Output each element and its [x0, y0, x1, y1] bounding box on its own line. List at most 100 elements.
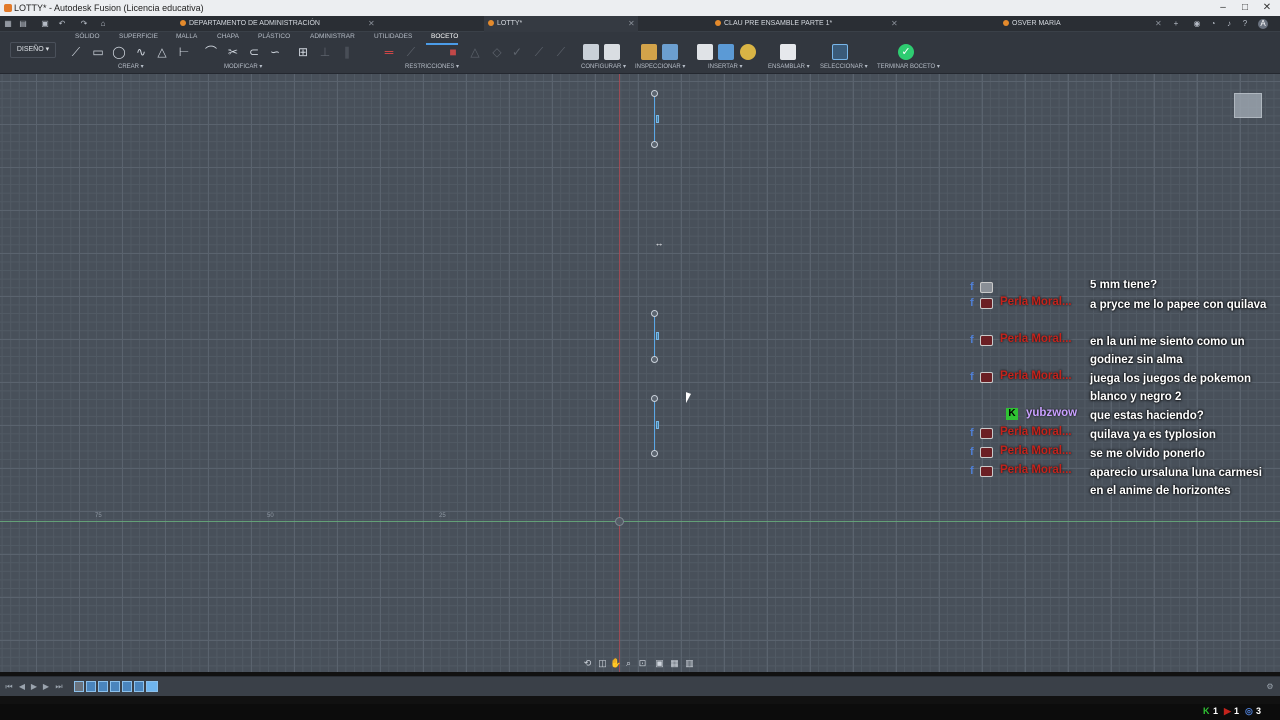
- pan-icon[interactable]: ✋: [610, 657, 621, 669]
- midpoint-icon[interactable]: △: [468, 45, 482, 59]
- new-tab-icon[interactable]: +: [1171, 19, 1181, 29]
- scale-tool-icon[interactable]: ⊞: [296, 45, 310, 59]
- fillet-tool-icon[interactable]: ⌒: [204, 45, 218, 59]
- insertar-menu[interactable]: INSERTAR ▾: [708, 63, 742, 70]
- timeline-feature[interactable]: [86, 681, 96, 692]
- vertical-constraint-icon[interactable]: [656, 115, 659, 123]
- zoom-icon[interactable]: ⌕: [623, 657, 634, 669]
- measure-icon[interactable]: [641, 44, 657, 60]
- tab-boceto[interactable]: BOCETO: [431, 33, 458, 40]
- insert-image-icon[interactable]: [718, 44, 734, 60]
- timeline-feature[interactable]: [110, 681, 120, 692]
- dimension-tool-icon[interactable]: ⊢: [177, 45, 191, 59]
- horizontal-dimension-icon[interactable]: ↔: [652, 239, 666, 248]
- go-to-start-icon[interactable]: ⏮: [4, 682, 14, 692]
- select-icon[interactable]: [832, 44, 848, 60]
- viewports-icon[interactable]: ▥: [684, 657, 695, 669]
- undo-icon[interactable]: ↶: [57, 19, 67, 29]
- collinear-icon[interactable]: ∥: [340, 45, 354, 59]
- tangent-icon[interactable]: ⟋: [404, 45, 418, 59]
- close-tab-icon[interactable]: ✕: [1155, 16, 1162, 32]
- offset-tool-icon[interactable]: ⊂: [247, 45, 261, 59]
- view-cube[interactable]: [1234, 93, 1262, 118]
- sketch-point[interactable]: [651, 450, 658, 457]
- sketch-point[interactable]: [651, 310, 658, 317]
- vertical-constraint-icon[interactable]: [656, 332, 659, 340]
- ensamblar-menu[interactable]: ENSAMBLAR ▾: [768, 63, 810, 70]
- insert-mesh-icon[interactable]: [740, 44, 756, 60]
- sketch-canvas[interactable]: [0, 74, 1280, 672]
- minimize-icon[interactable]: –: [1212, 0, 1234, 16]
- fix-lock-icon[interactable]: ■: [446, 45, 460, 59]
- terminar-boceto-menu[interactable]: TERMINAR BOCETO ▾: [877, 63, 940, 70]
- close-icon[interactable]: ✕: [1256, 0, 1278, 16]
- tab-administrar[interactable]: ADMINISTRAR: [310, 33, 355, 40]
- timeline-feature[interactable]: [74, 681, 84, 692]
- configurar-menu[interactable]: CONFIGURAR ▾: [581, 63, 626, 70]
- workspace-selector[interactable]: DISEÑO ▾: [10, 42, 56, 58]
- extend-tool-icon[interactable]: ∽: [268, 45, 282, 59]
- sketch-line[interactable]: [654, 313, 655, 359]
- line-tool-icon[interactable]: ⟋: [69, 45, 83, 59]
- restricciones-menu[interactable]: RESTRICCIONES ▾: [405, 63, 459, 70]
- job-status-icon[interactable]: ◔: [1208, 19, 1218, 29]
- sketch-point[interactable]: [651, 141, 658, 148]
- insert-derive-icon[interactable]: [697, 44, 713, 60]
- vertical-constraint-icon[interactable]: [656, 421, 659, 429]
- origin-point[interactable]: [615, 517, 624, 526]
- parameters-icon[interactable]: [583, 44, 599, 60]
- tab-superficie[interactable]: SUPERFICIE: [119, 33, 158, 40]
- close-tab-icon[interactable]: ✕: [628, 16, 635, 32]
- equal-constraint-icon[interactable]: ═: [382, 45, 396, 59]
- sketch-line[interactable]: [654, 94, 655, 144]
- step-forward-icon[interactable]: ▶: [41, 682, 51, 692]
- sketch-point[interactable]: [651, 90, 658, 97]
- inspeccionar-menu[interactable]: INSPECCIONAR ▾: [635, 63, 685, 70]
- notifications-icon[interactable]: ♪: [1224, 19, 1234, 29]
- grid-settings-icon[interactable]: ▦: [669, 657, 680, 669]
- sketch-line[interactable]: [654, 399, 655, 453]
- tab-chapa[interactable]: CHAPA: [217, 33, 239, 40]
- tab-osver[interactable]: OSVER MARIA ✕: [1003, 16, 1163, 32]
- trim-tool-icon[interactable]: ✂: [226, 45, 240, 59]
- coincident-icon[interactable]: ⊥: [318, 45, 332, 59]
- sketch-point[interactable]: [651, 356, 658, 363]
- tab-solido[interactable]: SÓLIDO: [75, 33, 100, 40]
- help-icon[interactable]: ?: [1240, 19, 1250, 29]
- perpendicular-icon[interactable]: ⟋: [554, 45, 568, 59]
- tab-utilidades[interactable]: UTILIDADES: [374, 33, 412, 40]
- home-icon[interactable]: ⌂: [98, 19, 108, 29]
- tab-lotty[interactable]: LOTTY* ✕: [484, 16, 638, 32]
- tab-clau[interactable]: CLAU PRE ENSAMBLE PARTE 1* ✕: [715, 16, 901, 32]
- step-back-icon[interactable]: ◀: [17, 682, 27, 692]
- symmetry-icon[interactable]: ◇: [490, 45, 504, 59]
- close-tab-icon[interactable]: ✕: [891, 16, 898, 32]
- circle-tool-icon[interactable]: ◯: [112, 45, 126, 59]
- crear-menu[interactable]: CREAR ▾: [118, 63, 144, 70]
- display-settings-icon[interactable]: ▣: [654, 657, 665, 669]
- parallel-icon[interactable]: ⟋: [532, 45, 546, 59]
- table-icon[interactable]: [604, 44, 620, 60]
- play-icon[interactable]: ▶: [29, 682, 39, 692]
- redo-icon[interactable]: ↷: [79, 19, 89, 29]
- orbit-icon[interactable]: ⟲: [582, 657, 593, 669]
- tab-malla[interactable]: MALLA: [176, 33, 197, 40]
- timeline-feature[interactable]: [134, 681, 144, 692]
- tab-plastico[interactable]: PLÁSTICO: [258, 33, 290, 40]
- new-component-icon[interactable]: [780, 44, 796, 60]
- look-at-icon[interactable]: ◫: [597, 657, 608, 669]
- save-icon[interactable]: ▣: [40, 19, 50, 29]
- spline-tool-icon[interactable]: ∿: [134, 45, 148, 59]
- timeline-feature-active[interactable]: [146, 681, 158, 692]
- finish-sketch-icon[interactable]: ✓: [898, 44, 914, 60]
- modificar-menu[interactable]: MODIFICAR ▾: [224, 63, 262, 70]
- curvature-icon[interactable]: ✓: [510, 45, 524, 59]
- user-avatar[interactable]: A: [1258, 19, 1268, 29]
- close-tab-icon[interactable]: ✕: [368, 16, 375, 32]
- interference-icon[interactable]: [662, 44, 678, 60]
- tab-departamento[interactable]: DEPARTAMENTO DE ADMINISTRACIÓN ✕: [180, 16, 376, 32]
- grid-menu-icon[interactable]: ▦: [3, 19, 13, 29]
- maximize-icon[interactable]: □: [1234, 0, 1256, 16]
- timeline-feature[interactable]: [122, 681, 132, 692]
- go-to-end-icon[interactable]: ⏭: [54, 682, 64, 692]
